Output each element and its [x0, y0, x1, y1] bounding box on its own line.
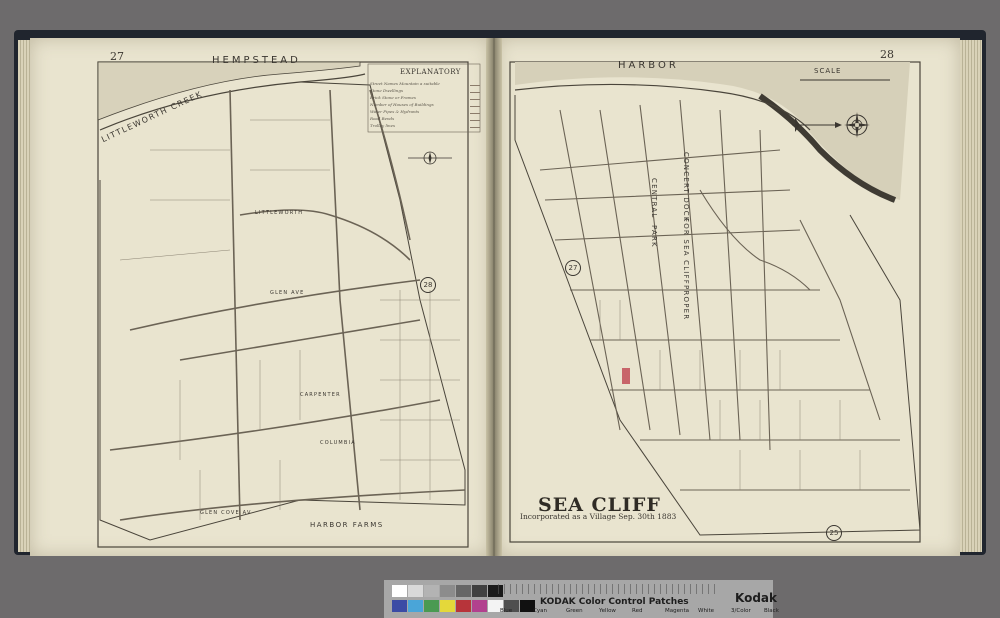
left-lot-lines	[119, 119, 460, 520]
color-name: Magenta	[665, 608, 690, 614]
harbor-label: HARBOR	[618, 60, 679, 71]
left-water-area	[97, 61, 361, 121]
vertical-map-label: CONCERT DOCK	[682, 152, 690, 223]
vertical-map-label: FOR SEA CLIFF	[682, 218, 690, 286]
map-linework	[97, 61, 921, 548]
vertical-map-label: CENTRAL	[650, 178, 658, 219]
legend-item: Stone Dwellings	[370, 87, 480, 94]
left-roads	[109, 89, 466, 521]
color-name: Blue	[500, 608, 513, 614]
gray-swatch	[392, 585, 407, 597]
left-map-border	[97, 61, 469, 548]
right-circled-number-bottom: 25	[826, 525, 842, 541]
atlas-spread: 27 HEMPSTEAD LITTLEWORTH CREEK EXPLANATO…	[0, 0, 1000, 618]
left-compass	[408, 151, 452, 165]
color-swatch	[472, 600, 487, 612]
color-name: Yellow	[599, 608, 616, 614]
vertical-map-label: PROPER	[682, 285, 690, 321]
gray-swatch	[472, 585, 487, 597]
color-swatch	[440, 600, 455, 612]
left-land-outline	[99, 81, 466, 541]
legend-list: Street Names Mountain a suitable Stone D…	[370, 80, 480, 129]
red-building-block	[622, 368, 630, 384]
right-circled-number-top: 27	[565, 260, 581, 276]
hempstead-label: HEMPSTEAD	[212, 55, 301, 66]
gray-swatch	[456, 585, 471, 597]
color-swatch	[408, 600, 423, 612]
harbor-farms-label: HARBOR FARMS	[310, 521, 384, 529]
gray-swatch	[424, 585, 439, 597]
legend-item: Number of Houses of Buildings	[370, 101, 480, 108]
color-name: 3/Color	[731, 608, 751, 614]
legend-item: Water Pipes & Hydrants	[370, 108, 480, 115]
card-ruler	[498, 584, 718, 594]
color-name: Red	[632, 608, 643, 614]
kodak-logo: Kodak	[735, 591, 777, 605]
color-swatch	[456, 600, 471, 612]
gray-swatch	[440, 585, 455, 597]
color-name: Cyan	[533, 608, 547, 614]
legend-item: Road Bends	[370, 115, 480, 122]
card-title: KODAK Color Control Patches	[540, 597, 689, 607]
left-circled-number: 28	[420, 277, 436, 293]
street-label: GLEN AVE	[270, 290, 305, 296]
gray-swatch-row	[392, 585, 503, 597]
left-page-number: 27	[110, 50, 124, 63]
right-lot-lines	[599, 300, 861, 490]
legend-item: Brick Stone or Frames	[370, 94, 480, 101]
legend-item: Street Names Mountain a suitable	[370, 80, 480, 87]
vertical-map-label: PARK	[650, 225, 658, 248]
street-label: LITTLEWORTH	[255, 210, 304, 216]
color-name: Green	[566, 608, 583, 614]
color-swatch	[424, 600, 439, 612]
right-page-number: 28	[880, 48, 894, 61]
map-subtitle: Incorporated as a Village Sep. 30th 1883	[520, 512, 677, 521]
color-name: White	[698, 608, 714, 614]
scale-label: SCALE	[814, 67, 842, 75]
color-swatch	[392, 600, 407, 612]
legend-title: EXPLANATORY	[400, 68, 461, 76]
street-label: GLEN COVE AV	[200, 510, 252, 516]
card-color-names: Blue Cyan Green Yellow Red Magenta White…	[500, 608, 791, 614]
street-label: COLUMBIA	[320, 440, 356, 446]
street-label: CARPENTER	[300, 392, 341, 398]
gray-swatch	[408, 585, 423, 597]
legend-item: Trolley lines	[370, 122, 480, 129]
color-name: Black	[764, 608, 779, 614]
